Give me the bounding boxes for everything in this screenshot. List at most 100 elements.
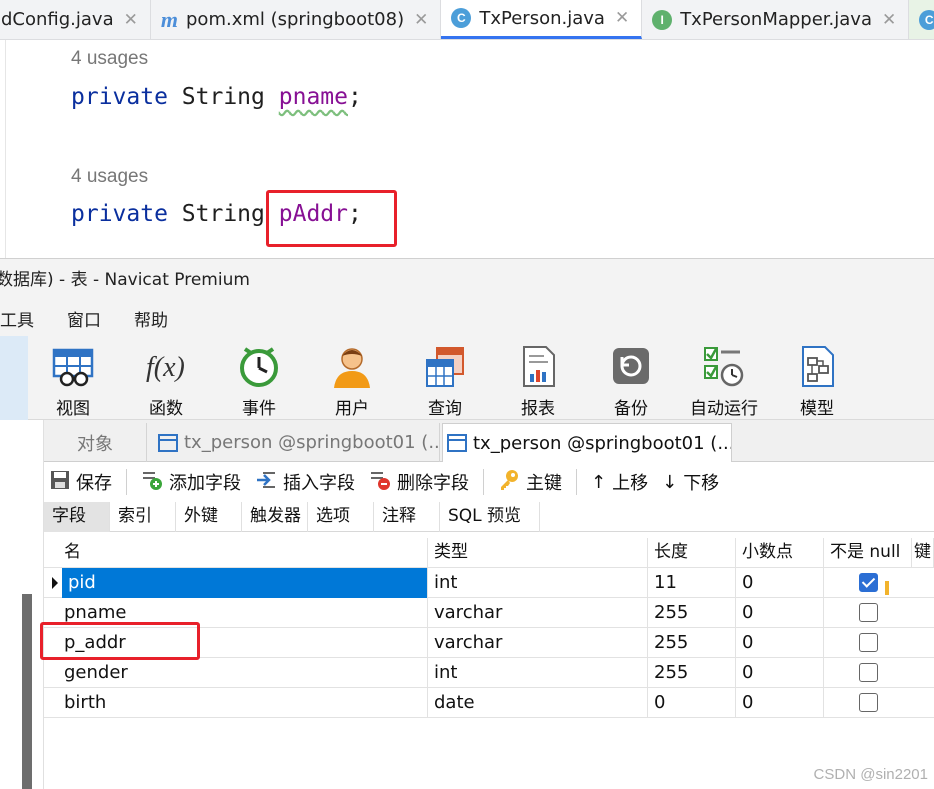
field-type-cell[interactable]: int <box>428 658 648 688</box>
class-icon: C <box>451 8 472 28</box>
tab-sql-preview[interactable]: SQL 预览 <box>440 502 540 532</box>
usages-hint[interactable]: 4 usages <box>71 48 148 70</box>
editor-tab-txperson[interactable]: C TxPerson.java ✕ <box>441 0 643 39</box>
editor-tab-partial[interactable]: C S <box>909 0 934 39</box>
code-field-name: pname <box>278 84 348 110</box>
field-length-cell[interactable]: 11 <box>648 568 736 598</box>
header-decimals[interactable]: 小数点 <box>736 538 824 568</box>
primary-key-marker <box>885 581 889 595</box>
tab-comments[interactable]: 注释 <box>374 502 440 532</box>
tab-label: tx_person @springboot01 (... <box>473 432 732 454</box>
add-field-button[interactable]: 添加字段 <box>141 469 241 496</box>
field-decimals-cell[interactable]: 0 <box>736 568 824 598</box>
field-decimals-cell[interactable]: 0 <box>736 628 824 658</box>
toolbar-function-button[interactable]: f(x) 函数 <box>126 336 206 420</box>
field-type-cell[interactable]: date <box>428 688 648 718</box>
menu-window[interactable]: 窗口 <box>67 306 101 331</box>
save-button[interactable]: 保存 <box>50 469 112 495</box>
field-type-cell[interactable]: varchar <box>428 598 648 628</box>
field-type-cell[interactable]: int <box>428 568 648 598</box>
toolbar-label: 事件 <box>242 399 276 419</box>
code-keyword: private <box>71 201 168 227</box>
header-type[interactable]: 类型 <box>428 538 648 568</box>
insert-field-button[interactable]: 插入字段 <box>255 469 355 496</box>
field-length-cell[interactable]: 255 <box>648 628 736 658</box>
report-icon <box>516 344 560 388</box>
navigator-selection-strip <box>0 336 28 420</box>
tab-tx-person-design[interactable]: tx_person @springboot01 (... <box>442 423 732 462</box>
not-null-checkbox[interactable] <box>859 603 878 622</box>
key-icon <box>498 469 520 496</box>
tab-options[interactable]: 选项 <box>308 502 374 532</box>
tab-fields[interactable]: 字段 <box>44 502 110 532</box>
navigation-scrollbar[interactable] <box>22 594 32 789</box>
code-editor[interactable]: 4 usages private String pname; 4 usages … <box>0 40 934 258</box>
field-name-cell[interactable]: pid <box>62 568 428 598</box>
not-null-checkbox[interactable] <box>859 573 878 592</box>
toolbar-backup-button[interactable]: 备份 <box>591 336 671 420</box>
toolbar-user-button[interactable]: 用户 <box>312 336 392 420</box>
toolbar-query-button[interactable]: 查询 <box>405 336 485 420</box>
field-name-cell[interactable]: gender <box>58 658 428 688</box>
delete-field-button[interactable]: 删除字段 <box>369 469 469 496</box>
code-type: String <box>181 84 265 110</box>
move-down-button[interactable]: ↓ 下移 <box>662 469 719 495</box>
header-name[interactable]: 名 <box>58 538 428 568</box>
field-type-cell[interactable]: varchar <box>428 628 648 658</box>
tab-objects[interactable]: 对象 <box>44 423 147 462</box>
table-row[interactable]: pid int 11 0 <box>44 568 934 598</box>
tab-foreign-keys[interactable]: 外键 <box>176 502 242 532</box>
editor-tab-label: pom.xml (springboot08) <box>186 9 405 30</box>
toolbar-event-button[interactable]: 事件 <box>219 336 299 420</box>
user-icon <box>330 344 374 388</box>
backup-icon <box>609 344 653 388</box>
move-up-button[interactable]: ↑ 上移 <box>591 469 648 495</box>
tab-label: tx_person @springboot01 (... <box>184 432 440 453</box>
toolbar-model-button[interactable]: 模型 <box>777 336 857 420</box>
usages-hint[interactable]: 4 usages <box>71 166 148 188</box>
toolbar-separator <box>483 469 484 495</box>
header-not-null[interactable]: 不是 null <box>824 538 912 568</box>
field-length-cell[interactable]: 0 <box>648 688 736 718</box>
not-null-checkbox[interactable] <box>859 693 878 712</box>
close-icon[interactable]: ✕ <box>882 10 896 30</box>
toolbar-view-button[interactable]: 视图 <box>33 336 113 420</box>
field-decimals-cell[interactable]: 0 <box>736 598 824 628</box>
menu-help[interactable]: 帮助 <box>134 306 168 331</box>
field-length-cell[interactable]: 255 <box>648 658 736 688</box>
menu-tools[interactable]: 工具 <box>0 306 34 331</box>
field-decimals-cell[interactable]: 0 <box>736 658 824 688</box>
header-length[interactable]: 长度 <box>648 538 736 568</box>
field-decimals-cell[interactable]: 0 <box>736 688 824 718</box>
menu-bar: 工具 窗口 帮助 <box>0 300 934 336</box>
table-row[interactable]: birth date 0 0 <box>44 688 934 718</box>
field-length-cell[interactable]: 255 <box>648 598 736 628</box>
toolbar-report-button[interactable]: 报表 <box>498 336 578 420</box>
not-null-checkbox[interactable] <box>859 663 878 682</box>
gutter-divider <box>5 40 6 258</box>
field-name-cell[interactable]: birth <box>58 688 428 718</box>
arrow-down-icon: ↓ <box>662 471 678 493</box>
toolbar-schedule-button[interactable]: 自动运行 <box>684 336 764 420</box>
editor-tab-label: TxPersonMapper.java <box>680 9 872 30</box>
not-null-checkbox[interactable] <box>859 633 878 652</box>
close-icon[interactable]: ✕ <box>615 8 629 28</box>
close-icon[interactable]: ✕ <box>124 10 138 30</box>
tab-indexes[interactable]: 索引 <box>110 502 176 532</box>
schedule-icon <box>702 344 746 388</box>
table-row[interactable]: gender int 255 0 <box>44 658 934 688</box>
code-line-pname[interactable]: private String pname; <box>71 84 362 110</box>
tab-tx-person-1[interactable]: tx_person @springboot01 (... <box>150 423 440 462</box>
move-up-label: 上移 <box>612 473 649 494</box>
close-icon[interactable]: ✕ <box>414 10 428 30</box>
add-field-icon <box>141 469 163 496</box>
header-key[interactable]: 键 <box>912 538 934 568</box>
editor-tab-pom[interactable]: m pom.xml (springboot08) ✕ <box>151 0 442 39</box>
editor-tab-idconfig[interactable]: idConfig.java ✕ <box>0 0 151 39</box>
primary-key-button[interactable]: 主键 <box>498 469 562 496</box>
designer-sub-tabs: 字段 索引 外键 触发器 选项 注释 SQL 预览 <box>44 502 934 532</box>
tab-triggers[interactable]: 触发器 <box>242 502 308 532</box>
editor-tab-txpersonmapper[interactable]: I TxPersonMapper.java ✕ <box>642 0 910 39</box>
insert-field-icon <box>255 469 277 496</box>
grid-header-row: 名 类型 长度 小数点 不是 null 键 <box>44 538 934 568</box>
